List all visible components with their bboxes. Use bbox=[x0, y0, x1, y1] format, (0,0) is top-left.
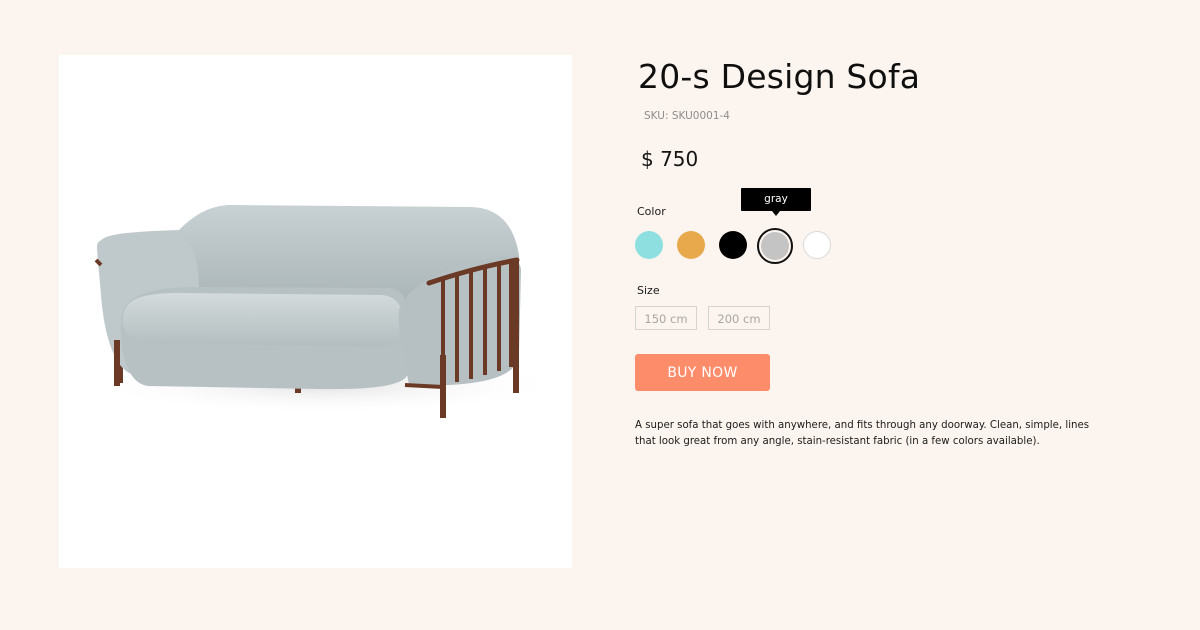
color-swatch-cyan[interactable] bbox=[635, 231, 663, 259]
product-description: A super sofa that goes with anywhere, an… bbox=[635, 420, 1090, 447]
color-swatch-black[interactable] bbox=[719, 231, 747, 259]
color-swatch-gray[interactable] bbox=[757, 228, 793, 264]
buy-now-button[interactable]: BUY NOW bbox=[635, 354, 770, 391]
sofa-illustration bbox=[84, 205, 564, 418]
product-page: 20-s Design Sofa SKU: SKU0001-4 $ 750 Co… bbox=[0, 0, 1200, 630]
color-label: Color bbox=[637, 205, 666, 218]
product-image bbox=[59, 55, 572, 568]
color-swatch-orange[interactable] bbox=[677, 231, 705, 259]
size-label: Size bbox=[637, 284, 660, 297]
product-sku: SKU: SKU0001-4 bbox=[644, 110, 730, 122]
product-price: $ 750 bbox=[641, 147, 699, 171]
tooltip-arrow bbox=[772, 211, 780, 216]
size-option-150[interactable]: 150 cm bbox=[635, 306, 697, 330]
size-option-200[interactable]: 200 cm bbox=[708, 306, 770, 330]
color-swatch-white[interactable] bbox=[803, 231, 831, 259]
color-tooltip: gray bbox=[741, 188, 811, 211]
color-swatch-gray-fill bbox=[761, 232, 789, 260]
product-title: 20-s Design Sofa bbox=[638, 57, 921, 96]
